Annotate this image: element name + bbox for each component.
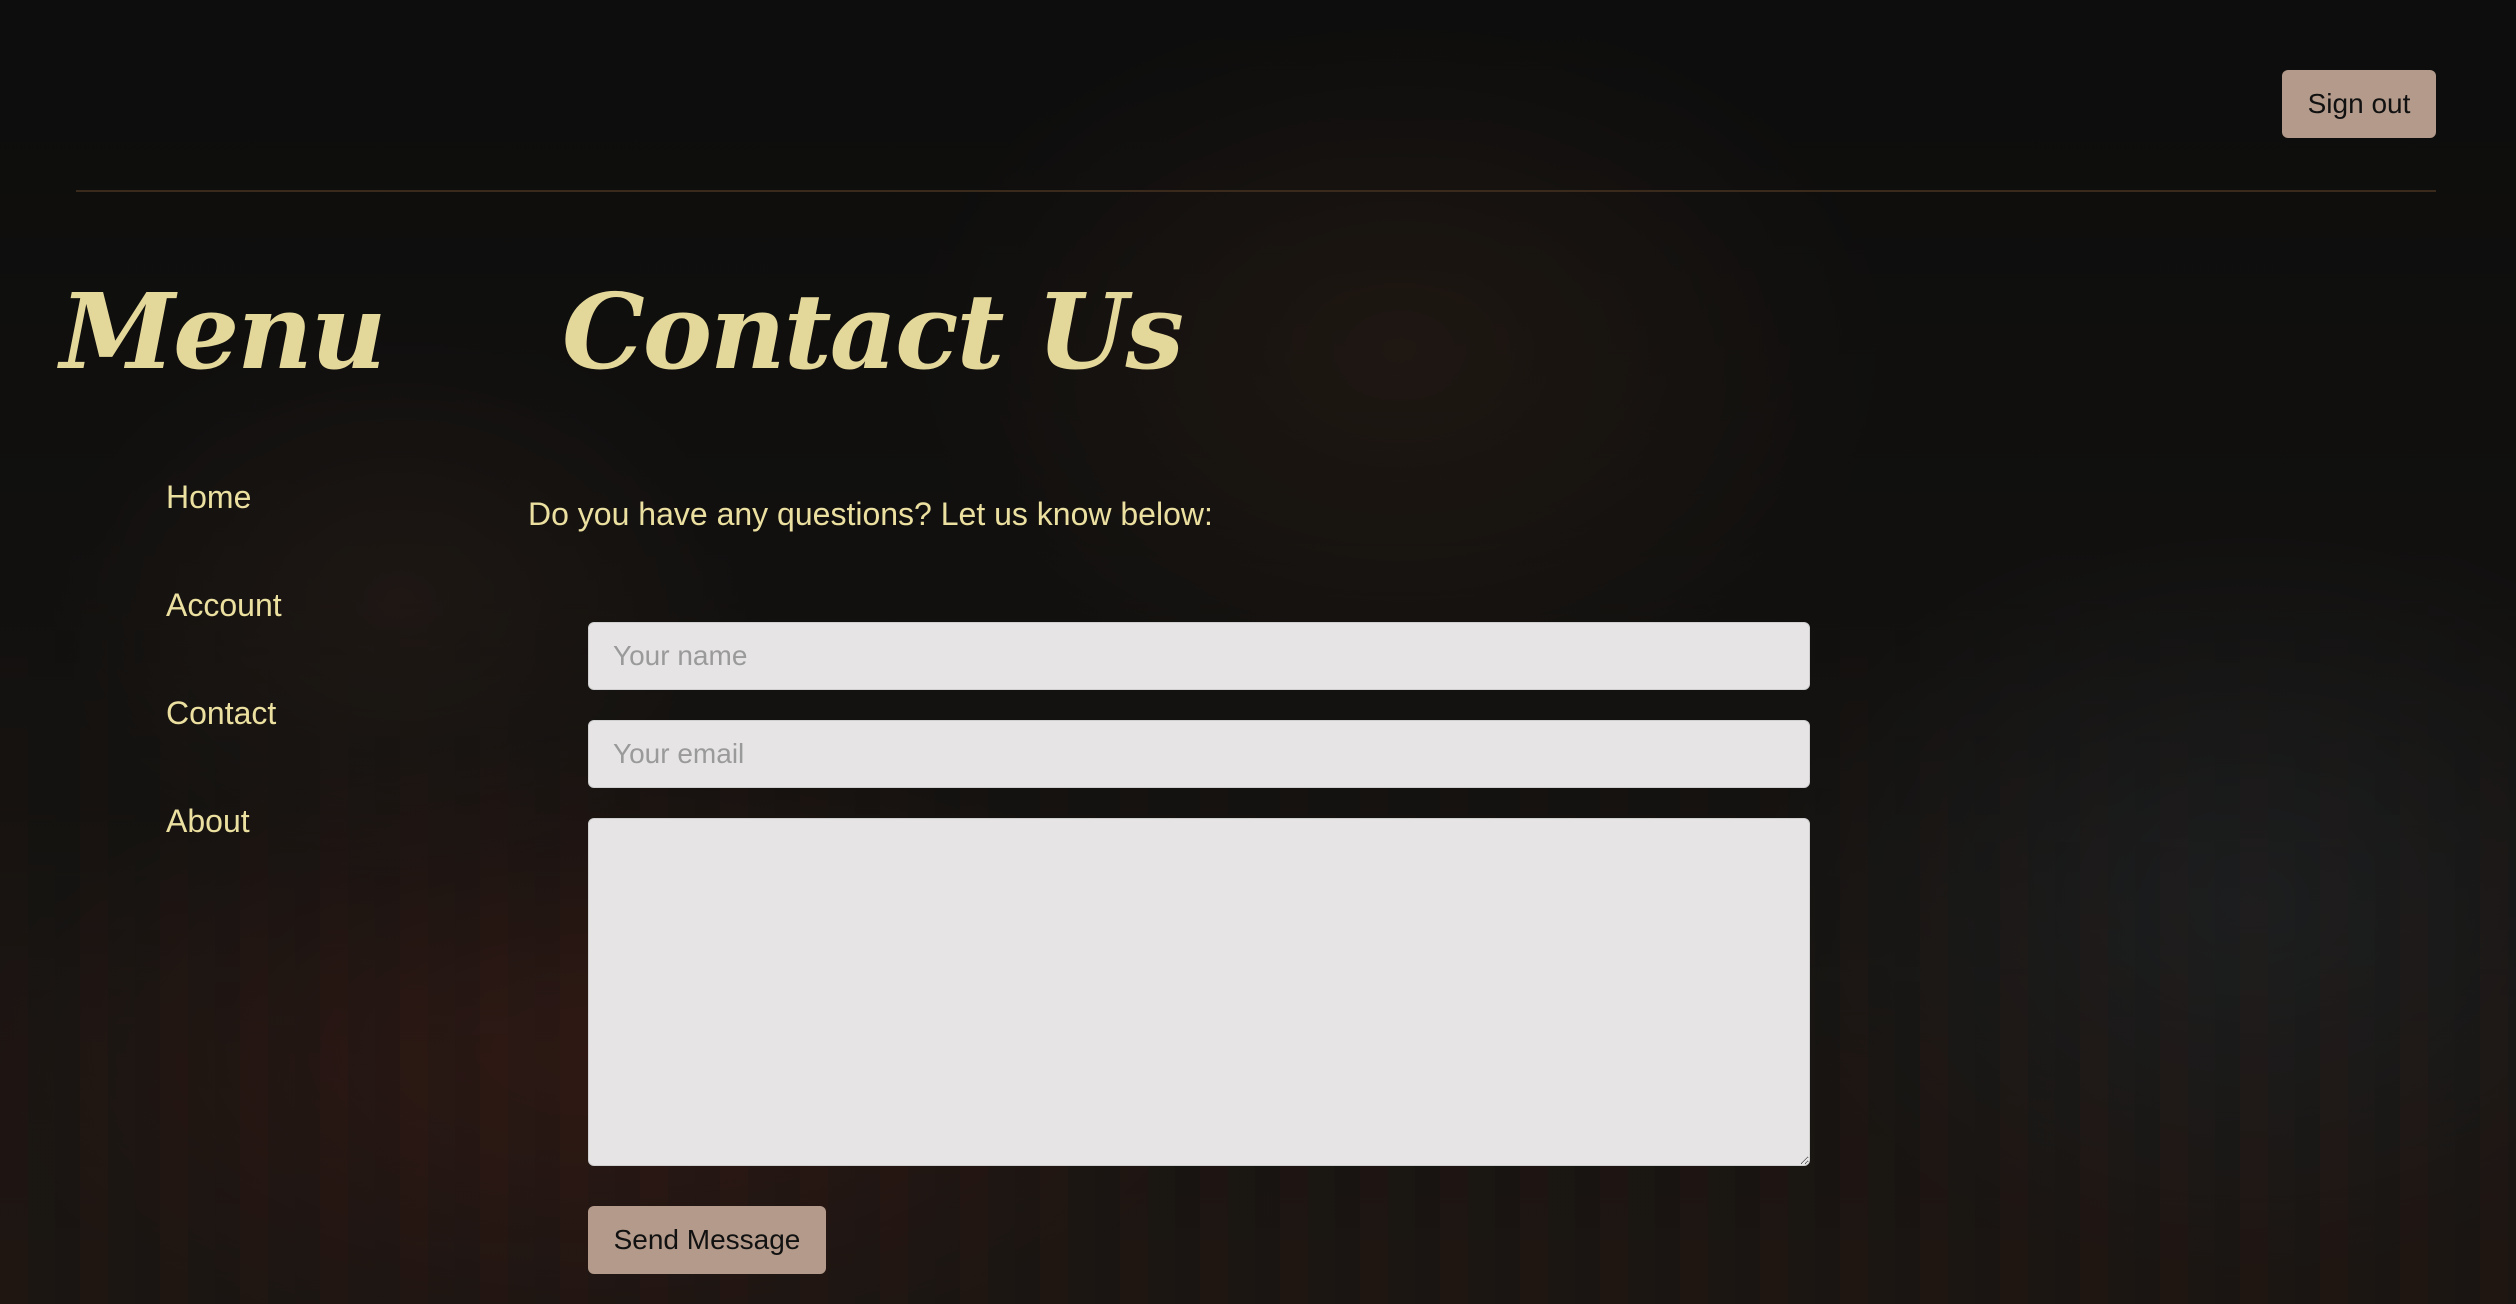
sidebar-item-about[interactable]: About (166, 794, 282, 902)
page-title: Contact Us (562, 270, 1184, 393)
email-field[interactable] (588, 720, 1810, 788)
sidebar-nav: Home Account Contact About (166, 470, 282, 902)
contact-intro-text: Do you have any questions? Let us know b… (528, 496, 1213, 532)
message-textarea[interactable] (588, 818, 1810, 1166)
sidebar-item-home[interactable]: Home (166, 470, 282, 578)
menu-heading: Menu (60, 270, 387, 393)
sidebar-item-account[interactable]: Account (166, 578, 282, 686)
contact-form (588, 622, 1810, 1166)
send-message-button[interactable]: Send Message (588, 1206, 826, 1274)
header-divider (76, 190, 2436, 192)
name-field[interactable] (588, 622, 1810, 690)
sidebar-item-contact[interactable]: Contact (166, 686, 282, 794)
sign-out-button[interactable]: Sign out (2282, 70, 2436, 138)
